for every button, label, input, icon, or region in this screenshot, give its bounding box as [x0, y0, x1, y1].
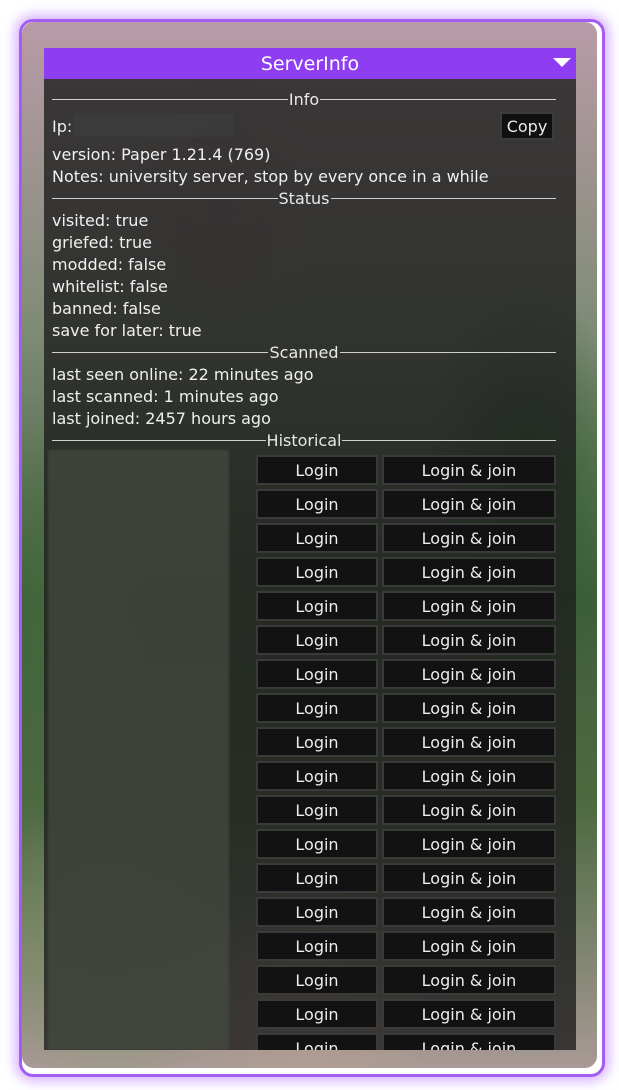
status-griefed: griefed: true	[52, 233, 152, 252]
login-and-join-button[interactable]: Login & join	[382, 591, 556, 621]
historical-row: Login Login & join	[256, 931, 556, 961]
historical-section-header: Historical	[52, 430, 557, 450]
historical-row: Login Login & join	[256, 795, 556, 825]
login-and-join-button[interactable]: Login & join	[382, 829, 556, 859]
historical-row: Login Login & join	[256, 727, 556, 757]
ip-value-redacted	[74, 113, 234, 137]
login-and-join-button[interactable]: Login & join	[382, 897, 556, 927]
last-scanned: last scanned: 1 minutes ago	[52, 387, 279, 406]
login-button[interactable]: Login	[256, 489, 378, 519]
login-and-join-button[interactable]: Login & join	[382, 659, 556, 689]
login-and-join-button[interactable]: Login & join	[382, 761, 556, 791]
historical-row: Login Login & join	[256, 523, 556, 553]
historical-row: Login Login & join	[256, 489, 556, 519]
login-and-join-button[interactable]: Login & join	[382, 557, 556, 587]
login-and-join-button[interactable]: Login & join	[382, 931, 556, 961]
historical-row: Login Login & join	[256, 625, 556, 655]
historical-row: Login Login & join	[256, 761, 556, 791]
login-button[interactable]: Login	[256, 659, 378, 689]
login-button[interactable]: Login	[256, 829, 378, 859]
login-and-join-button[interactable]: Login & join	[382, 489, 556, 519]
login-and-join-button[interactable]: Login & join	[382, 965, 556, 995]
status-visited: visited: true	[52, 211, 149, 230]
status-whitelist: whitelist: false	[52, 277, 168, 296]
info-section-header: Info	[52, 89, 556, 109]
historical-row: Login Login & join	[256, 965, 556, 995]
login-button[interactable]: Login	[256, 897, 378, 927]
historical-row: Login Login & join	[256, 591, 556, 621]
historical-row: Login Login & join	[256, 829, 556, 859]
historical-header-text: Historical	[266, 430, 342, 450]
login-button[interactable]: Login	[256, 1033, 378, 1050]
historical-row: Login Login & join	[256, 863, 556, 893]
login-and-join-button[interactable]: Login & join	[382, 523, 556, 553]
status-banned: banned: false	[52, 299, 161, 318]
login-button[interactable]: Login	[256, 693, 378, 723]
historical-row: Login Login & join	[256, 999, 556, 1029]
historical-row: Login Login & join	[256, 1033, 556, 1050]
last-seen-online: last seen online: 22 minutes ago	[52, 365, 314, 384]
status-section-header: Status	[52, 188, 557, 208]
version-text: version: Paper 1.21.4 (769)	[52, 145, 271, 164]
login-button[interactable]: Login	[256, 761, 378, 791]
historical-list-redacted	[48, 450, 229, 1050]
login-button[interactable]: Login	[256, 557, 378, 587]
login-button[interactable]: Login	[256, 625, 378, 655]
login-and-join-button[interactable]: Login & join	[382, 727, 556, 757]
historical-row: Login Login & join	[256, 897, 556, 927]
collapse-arrow-icon[interactable]	[553, 58, 571, 67]
info-header-text: Info	[288, 89, 320, 109]
login-button[interactable]: Login	[256, 727, 378, 757]
login-button[interactable]: Login	[256, 965, 378, 995]
login-and-join-button[interactable]: Login & join	[382, 1033, 556, 1050]
status-modded: modded: false	[52, 255, 167, 274]
login-button[interactable]: Login	[256, 931, 378, 961]
copy-ip-button[interactable]: Copy	[500, 112, 554, 140]
login-and-join-button[interactable]: Login & join	[382, 455, 556, 485]
login-button[interactable]: Login	[256, 523, 378, 553]
login-button[interactable]: Login	[256, 999, 378, 1029]
login-and-join-button[interactable]: Login & join	[382, 693, 556, 723]
historical-row: Login Login & join	[256, 455, 556, 485]
title-bar[interactable]: ServerInfo	[44, 48, 576, 79]
historical-row: Login Login & join	[256, 693, 556, 723]
ip-label: Ip:	[52, 117, 73, 136]
login-button[interactable]: Login	[256, 863, 378, 893]
notes-text: Notes: university server, stop by every …	[52, 167, 489, 186]
login-and-join-button[interactable]: Login & join	[382, 625, 556, 655]
scanned-header-text: Scanned	[269, 342, 339, 362]
login-and-join-button[interactable]: Login & join	[382, 795, 556, 825]
status-header-text: Status	[278, 188, 330, 208]
status-save-for-later: save for later: true	[52, 321, 202, 340]
server-info-panel: ServerInfo Info Ip: Copy version: Paper …	[44, 48, 576, 1050]
scanned-section-header: Scanned	[52, 342, 557, 362]
login-button[interactable]: Login	[256, 591, 378, 621]
historical-row: Login Login & join	[256, 659, 556, 689]
login-button[interactable]: Login	[256, 455, 378, 485]
historical-row: Login Login & join	[256, 557, 556, 587]
login-and-join-button[interactable]: Login & join	[382, 999, 556, 1029]
login-and-join-button[interactable]: Login & join	[382, 863, 556, 893]
window-title: ServerInfo	[260, 52, 360, 75]
last-joined: last joined: 2457 hours ago	[52, 409, 271, 428]
login-button[interactable]: Login	[256, 795, 378, 825]
